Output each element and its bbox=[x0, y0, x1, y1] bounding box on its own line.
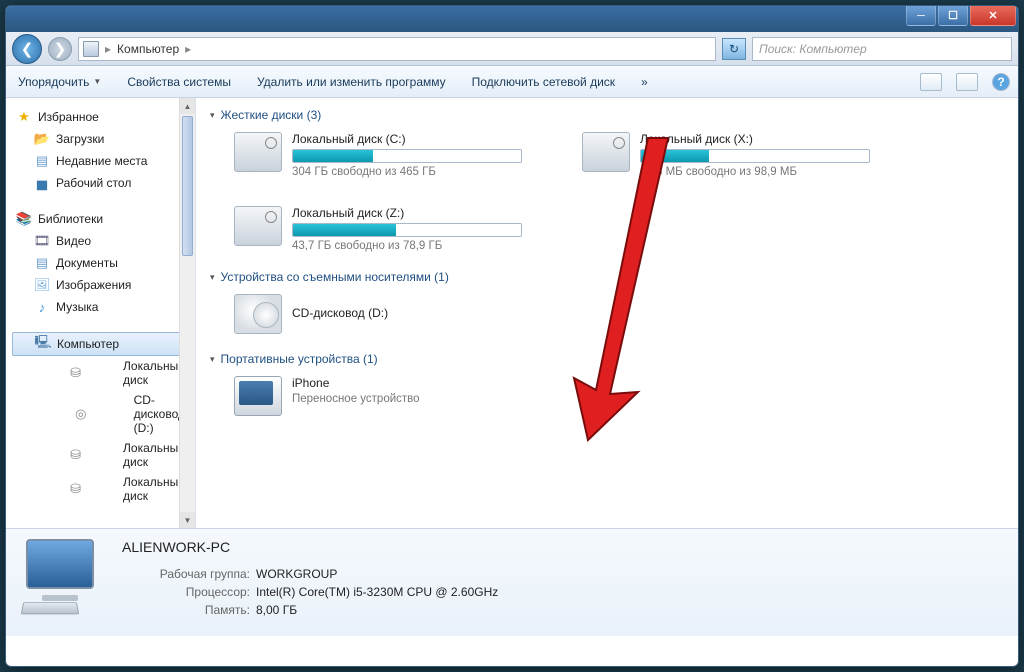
group-removable[interactable]: ▾Устройства со съемными носителями (1) bbox=[210, 270, 1004, 284]
forward-button[interactable]: ❯ bbox=[48, 37, 72, 61]
collapse-icon: ▾ bbox=[210, 354, 215, 365]
search-placeholder: Поиск: Компьютер bbox=[759, 42, 867, 56]
cpu-label: Процессор: bbox=[122, 585, 250, 599]
sidebar-recent[interactable]: ▤Недавние места bbox=[6, 150, 195, 172]
sidebar-cd-drive[interactable]: ◎CD-дисковод (D:) bbox=[6, 390, 195, 438]
titlebar[interactable]: ─ ☐ ✕ bbox=[6, 6, 1018, 32]
drive-label: CD-дисковод (D:) bbox=[292, 306, 388, 320]
collapse-icon: ▾ bbox=[210, 272, 215, 283]
cd-icon bbox=[234, 294, 282, 334]
drive-icon: ⛁ bbox=[34, 447, 117, 463]
drive-free-space: 304 ГБ свободно из 465 ГБ bbox=[292, 166, 554, 178]
map-network-drive-button[interactable]: Подключить сетевой диск bbox=[468, 73, 619, 91]
device-iphone[interactable]: iPhone Переносное устройство bbox=[234, 376, 554, 416]
scrollbar-thumb[interactable] bbox=[182, 116, 193, 256]
explorer-window: ─ ☐ ✕ ❮ ❯ ▸ Компьютер ▸ ↻ Поиск: Компьют… bbox=[5, 5, 1019, 667]
preview-pane-icon[interactable] bbox=[956, 73, 978, 91]
folder-icon: 📂 bbox=[34, 131, 50, 147]
memory-label: Память: bbox=[122, 603, 250, 617]
drive-z[interactable]: Локальный диск (Z:) 43,7 ГБ свободно из … bbox=[234, 206, 554, 252]
sidebar-music[interactable]: ♪Музыка bbox=[6, 296, 195, 318]
drive-label: Локальный диск (Z:) bbox=[292, 206, 554, 220]
group-hard-disks[interactable]: ▾Жесткие диски (3) bbox=[210, 108, 1004, 122]
drive-icon: ⛁ bbox=[34, 365, 117, 381]
scroll-down-icon[interactable]: ▼ bbox=[180, 512, 195, 528]
memory-value: 8,00 ГБ bbox=[256, 603, 297, 617]
hdd-icon bbox=[234, 206, 282, 246]
sidebar-images[interactable]: 🖼Изображения bbox=[6, 274, 195, 296]
chevron-right-icon[interactable]: ▸ bbox=[185, 42, 191, 56]
device-label: iPhone bbox=[292, 376, 554, 390]
star-icon: ★ bbox=[16, 109, 32, 125]
organize-button[interactable]: Упорядочить▼ bbox=[14, 73, 105, 91]
back-button[interactable]: ❮ bbox=[12, 34, 42, 64]
uninstall-program-button[interactable]: Удалить или изменить программу bbox=[253, 73, 450, 91]
cpu-value: Intel(R) Core(TM) i5-3230M CPU @ 2.60GHz bbox=[256, 585, 498, 599]
close-button[interactable]: ✕ bbox=[970, 6, 1016, 26]
drive-icon: ⛁ bbox=[34, 481, 117, 497]
toolbar: Упорядочить▼ Свойства системы Удалить ил… bbox=[6, 66, 1018, 98]
breadcrumb[interactable]: ▸ Компьютер ▸ bbox=[78, 37, 716, 61]
scroll-up-icon[interactable]: ▲ bbox=[180, 98, 195, 114]
drive-label: Локальный диск (X:) bbox=[640, 132, 902, 146]
sidebar-downloads[interactable]: 📂Загрузки bbox=[6, 128, 195, 150]
address-bar: ❮ ❯ ▸ Компьютер ▸ ↻ Поиск: Компьютер bbox=[6, 32, 1018, 66]
image-icon: 🖼 bbox=[34, 277, 50, 293]
computer-name: ALIENWORK-PC bbox=[122, 539, 498, 555]
hdd-icon bbox=[234, 132, 282, 172]
usage-bar bbox=[292, 223, 522, 237]
hdd-icon bbox=[582, 132, 630, 172]
document-icon: ▤ bbox=[34, 255, 50, 271]
sidebar-favorites[interactable]: ★Избранное bbox=[6, 106, 195, 128]
scrollbar[interactable]: ▲ ▼ bbox=[179, 98, 195, 528]
workgroup-value: WORKGROUP bbox=[256, 567, 337, 581]
sidebar-libraries[interactable]: 📚Библиотеки bbox=[6, 208, 195, 230]
drive-cd[interactable]: CD-дисковод (D:) bbox=[234, 294, 554, 334]
usage-bar bbox=[292, 149, 522, 163]
drive-free-space: 69,8 МБ свободно из 98,9 МБ bbox=[640, 166, 902, 178]
main-content: ▾Жесткие диски (3) Локальный диск (C:) 3… bbox=[196, 98, 1018, 528]
computer-icon: 🖳 bbox=[35, 336, 51, 352]
computer-icon bbox=[83, 41, 99, 57]
collapse-icon: ▾ bbox=[210, 110, 215, 121]
view-layout-icon[interactable] bbox=[920, 73, 942, 91]
refresh-button[interactable]: ↻ bbox=[722, 38, 746, 60]
system-properties-button[interactable]: Свойства системы bbox=[123, 73, 235, 91]
portable-device-icon bbox=[234, 376, 282, 416]
drive-c[interactable]: Локальный диск (C:) 304 ГБ свободно из 4… bbox=[234, 132, 554, 178]
video-icon: 🎞 bbox=[34, 233, 50, 249]
sidebar-video[interactable]: 🎞Видео bbox=[6, 230, 195, 252]
search-input[interactable]: Поиск: Компьютер bbox=[752, 37, 1012, 61]
maximize-button[interactable]: ☐ bbox=[938, 6, 968, 26]
breadcrumb-segment[interactable]: Компьютер bbox=[117, 42, 179, 56]
sidebar-local-disk[interactable]: ⛁Локальный диск bbox=[6, 438, 195, 472]
cd-icon: ◎ bbox=[34, 406, 128, 422]
desktop-icon: ▅ bbox=[34, 175, 50, 191]
group-portable[interactable]: ▾Портативные устройства (1) bbox=[210, 352, 1004, 366]
drive-x[interactable]: Локальный диск (X:) 69,8 МБ свободно из … bbox=[582, 132, 902, 178]
usage-bar bbox=[640, 149, 870, 163]
drive-free-space: 43,7 ГБ свободно из 78,9 ГБ bbox=[292, 240, 554, 252]
music-icon: ♪ bbox=[34, 299, 50, 315]
sidebar-desktop[interactable]: ▅Рабочий стол bbox=[6, 172, 195, 194]
minimize-button[interactable]: ─ bbox=[906, 6, 936, 26]
chevron-right-icon: ▸ bbox=[105, 42, 111, 56]
workgroup-label: Рабочая группа: bbox=[122, 567, 250, 581]
sidebar-documents[interactable]: ▤Документы bbox=[6, 252, 195, 274]
help-icon[interactable]: ? bbox=[992, 73, 1010, 91]
sidebar-local-disk[interactable]: ⛁Локальный диск bbox=[6, 472, 195, 506]
toolbar-overflow[interactable]: » bbox=[637, 73, 652, 91]
details-pane: ALIENWORK-PC Рабочая группа: WORKGROUP Пр… bbox=[6, 528, 1018, 636]
drive-label: Локальный диск (C:) bbox=[292, 132, 554, 146]
libraries-icon: 📚 bbox=[16, 211, 32, 227]
sidebar-computer[interactable]: 🖳Компьютер bbox=[12, 332, 189, 356]
device-type: Переносное устройство bbox=[292, 393, 554, 405]
computer-large-icon bbox=[20, 539, 104, 617]
sidebar: ★Избранное 📂Загрузки ▤Недавние места ▅Ра… bbox=[6, 98, 196, 528]
recent-icon: ▤ bbox=[34, 153, 50, 169]
sidebar-local-disk[interactable]: ⛁Локальный диск bbox=[6, 356, 195, 390]
